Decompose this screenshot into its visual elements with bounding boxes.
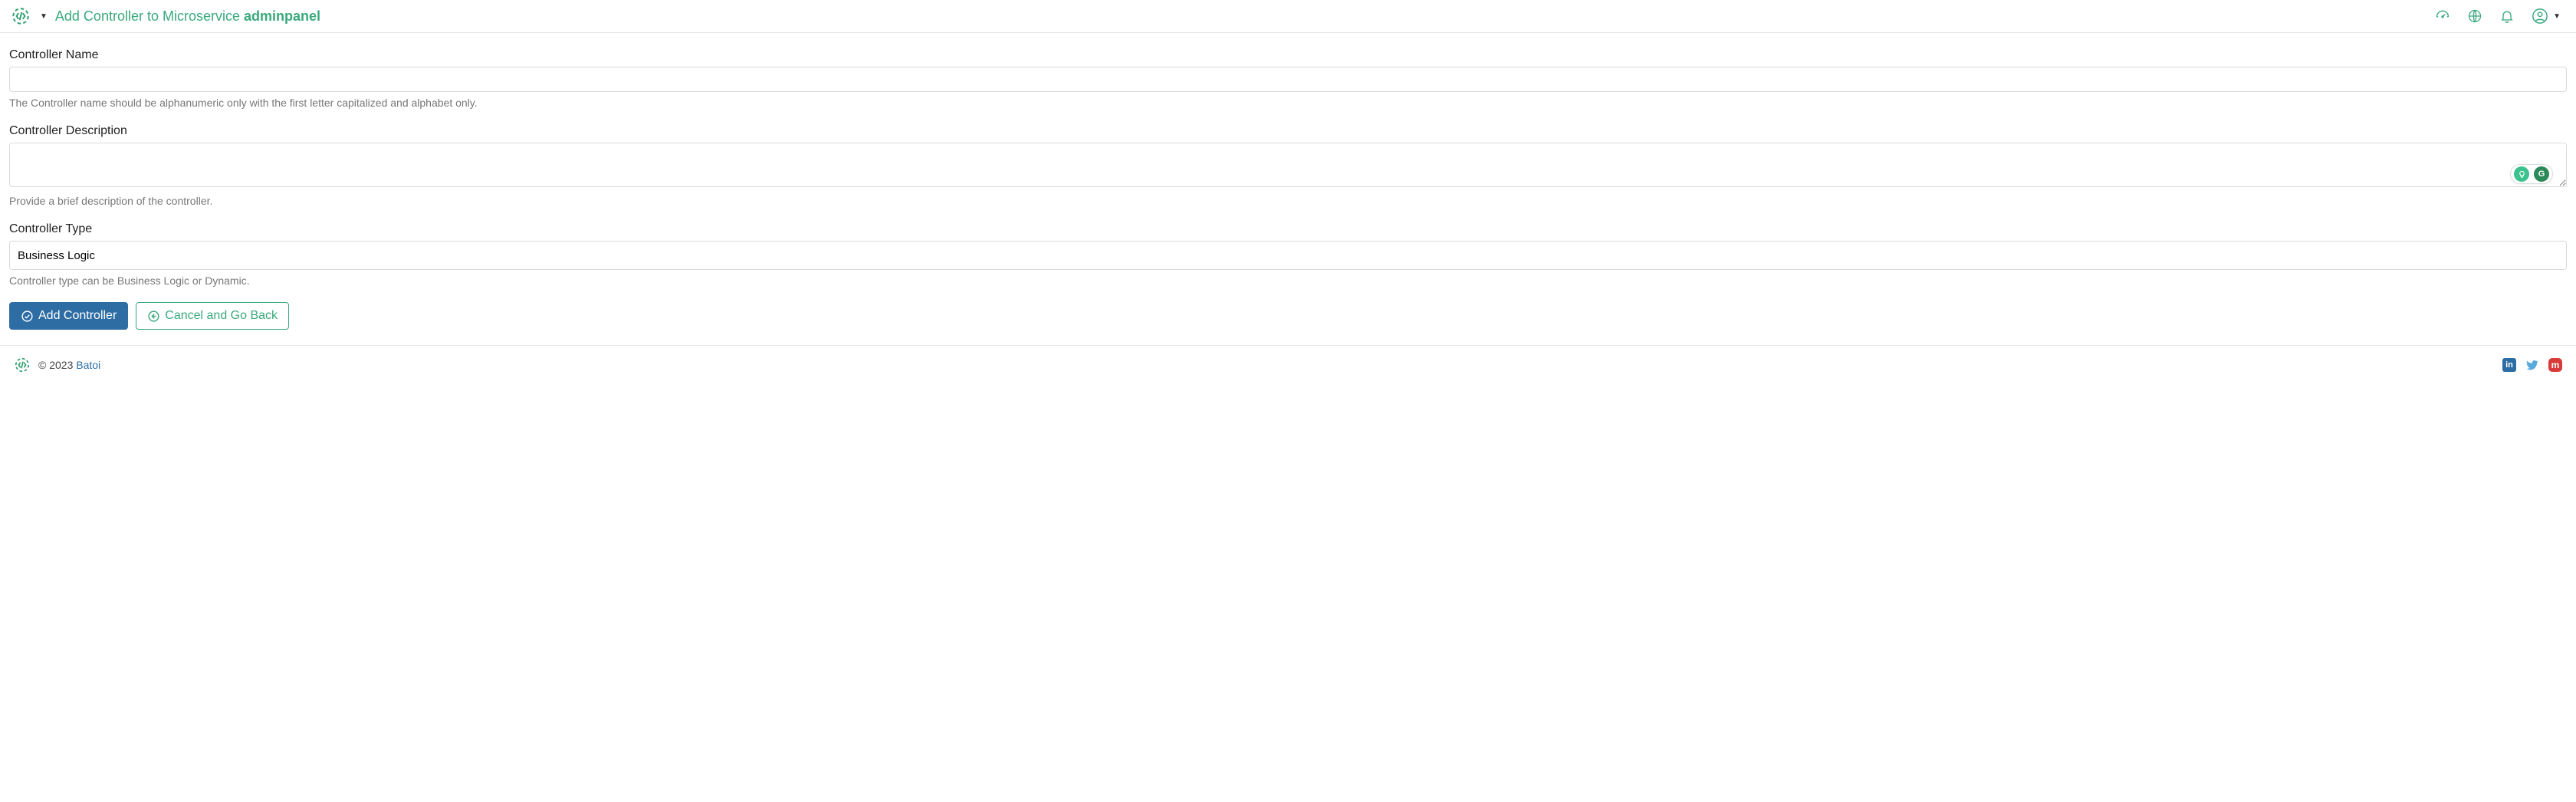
- controller-name-help: The Controller name should be alphanumer…: [9, 97, 2567, 109]
- controller-description-label: Controller Description: [9, 124, 2567, 138]
- controller-name-group: Controller Name The Controller name shou…: [9, 48, 2567, 109]
- footer-copyright: © 2023 Batoi: [38, 359, 100, 371]
- footer: © 2023 Batoi in m: [0, 345, 2576, 384]
- controller-description-input[interactable]: [9, 143, 2567, 187]
- user-avatar-icon: [2532, 8, 2548, 25]
- topbar-right: ▼: [2435, 8, 2561, 25]
- controller-name-input[interactable]: [9, 67, 2567, 92]
- controller-description-group: Controller Description G Provide a brief…: [9, 124, 2567, 207]
- grammarly-bulb-icon: [2514, 166, 2529, 182]
- page-title-strong: adminpanel: [244, 8, 320, 24]
- topbar: ▼ Add Controller to Microservice adminpa…: [0, 0, 2576, 33]
- footer-logo-icon[interactable]: [14, 357, 31, 373]
- cancel-button[interactable]: Cancel and Go Back: [136, 302, 289, 330]
- add-controller-button-label: Add Controller: [38, 309, 117, 323]
- cancel-button-label: Cancel and Go Back: [165, 309, 278, 323]
- controller-description-help: Provide a brief description of the contr…: [9, 195, 2567, 207]
- grammarly-overlay[interactable]: G: [2510, 164, 2553, 184]
- page-title: Add Controller to Microservice adminpane…: [55, 8, 320, 25]
- controller-name-label: Controller Name: [9, 48, 2567, 62]
- grammarly-g-icon: G: [2534, 166, 2549, 182]
- linkedin-icon[interactable]: in: [2502, 358, 2516, 372]
- button-row: Add Controller Cancel and Go Back: [9, 302, 2567, 330]
- controller-description-wrap: G: [9, 143, 2567, 190]
- twitter-icon[interactable]: [2525, 358, 2539, 372]
- add-controller-button[interactable]: Add Controller: [9, 302, 128, 330]
- globe-icon[interactable]: [2467, 8, 2482, 24]
- footer-brand-link[interactable]: Batoi: [76, 359, 100, 371]
- controller-type-select[interactable]: Business Logic: [9, 241, 2567, 270]
- dashboard-icon[interactable]: [2435, 8, 2450, 24]
- page-title-prefix: Add Controller to Microservice: [55, 8, 244, 24]
- footer-right: in m: [2502, 358, 2562, 372]
- bell-icon[interactable]: [2499, 8, 2515, 24]
- controller-type-label: Controller Type: [9, 222, 2567, 236]
- app-logo-icon[interactable]: [11, 6, 31, 26]
- mastodon-icon[interactable]: m: [2548, 358, 2562, 372]
- topbar-left: ▼ Add Controller to Microservice adminpa…: [11, 6, 320, 26]
- user-menu[interactable]: ▼: [2532, 8, 2561, 25]
- controller-type-group: Controller Type Business Logic Controlle…: [9, 222, 2567, 287]
- user-menu-caret-icon: ▼: [2553, 12, 2561, 21]
- app-menu-caret-icon[interactable]: ▼: [40, 12, 48, 21]
- footer-copyright-text: © 2023: [38, 359, 76, 371]
- controller-type-help: Controller type can be Business Logic or…: [9, 274, 2567, 287]
- footer-left: © 2023 Batoi: [14, 357, 100, 373]
- form-area: Controller Name The Controller name shou…: [0, 33, 2576, 345]
